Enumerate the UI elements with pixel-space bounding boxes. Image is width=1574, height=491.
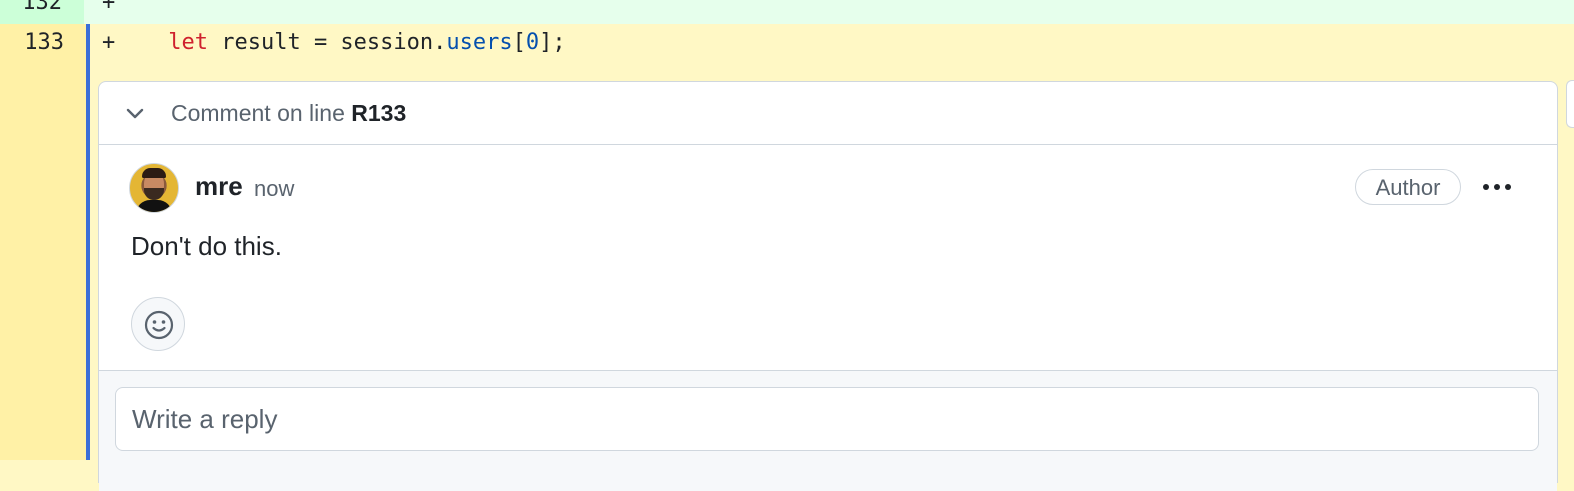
reply-area <box>99 370 1557 491</box>
code-property: users <box>446 30 513 55</box>
line-number-gutter[interactable]: 132 <box>0 0 84 24</box>
code-text: result = session. <box>207 30 447 55</box>
thread-title: Comment on line R133 <box>171 100 406 127</box>
code-bracket-close: ]; <box>539 30 566 55</box>
add-reaction-button[interactable] <box>131 297 185 351</box>
line-number-gutter[interactable]: 133 <box>0 24 90 460</box>
code-line: + let result = session.users[0]; <box>102 30 566 55</box>
comment: mre now Author Don't do this. <box>99 145 1557 371</box>
avatar[interactable] <box>129 163 179 213</box>
line-number[interactable]: 133 <box>24 30 64 55</box>
author-badge: Author <box>1355 169 1461 205</box>
code-number: 0 <box>525 30 540 55</box>
diff-row-132: 132 + <box>0 0 1574 24</box>
code-keyword: let <box>168 30 208 55</box>
comment-author[interactable]: mre <box>195 171 243 202</box>
diff-add-sign: + <box>102 30 116 55</box>
code-bracket-open: [ <box>512 30 526 55</box>
smiley-icon <box>144 310 174 340</box>
reply-input[interactable] <box>115 387 1539 451</box>
comment-thread: Comment on line R133 mre now Author Don'… <box>98 81 1558 491</box>
comment-body: Don't do this. <box>131 231 282 261</box>
thread-title-prefix: Comment on line <box>171 100 345 126</box>
adjacent-panel-edge <box>1566 80 1574 128</box>
thread-line-ref: R133 <box>351 100 407 126</box>
line-number[interactable]: 132 <box>22 0 62 15</box>
comment-timestamp[interactable]: now <box>254 176 294 202</box>
diff-add-sign: + <box>102 0 116 15</box>
thread-header[interactable]: Comment on line R133 <box>99 82 1557 145</box>
kebab-horizontal-icon[interactable] <box>1477 167 1517 207</box>
chevron-down-icon[interactable] <box>123 102 147 126</box>
